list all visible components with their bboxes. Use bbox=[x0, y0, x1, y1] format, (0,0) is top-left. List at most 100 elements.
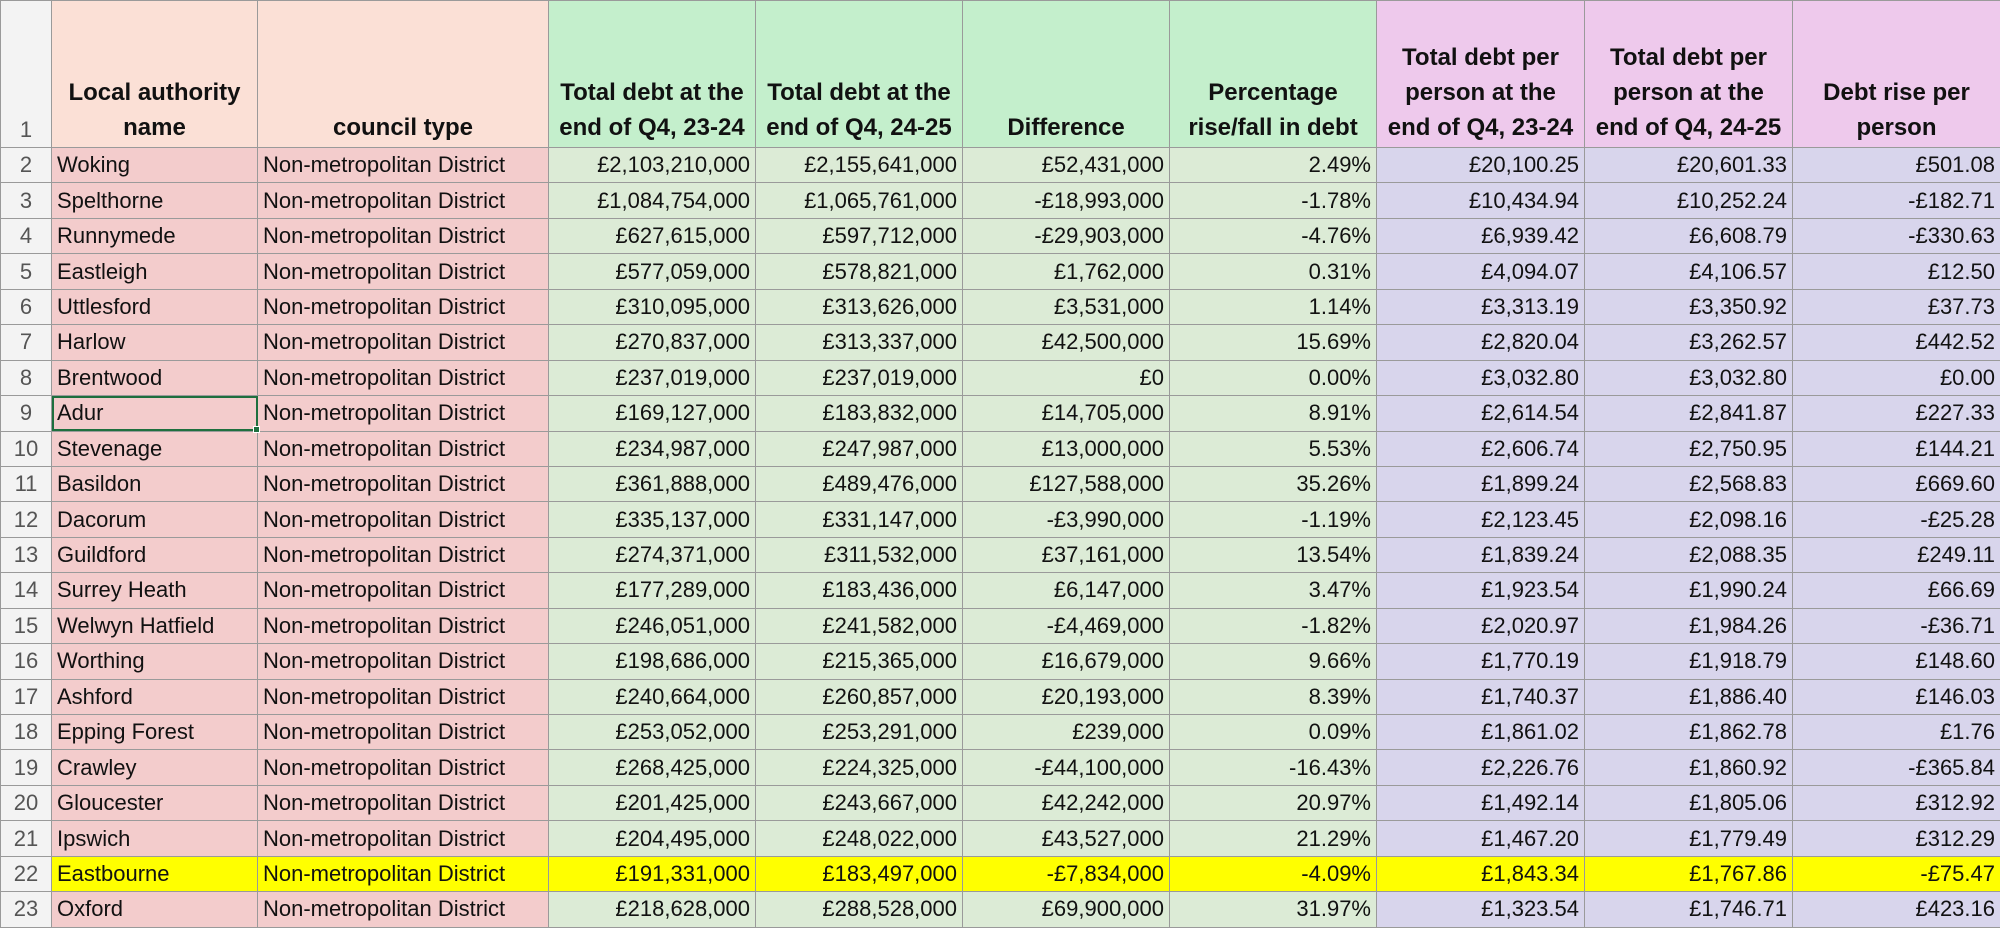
cell-local-authority-name[interactable]: Eastleigh bbox=[51, 253, 258, 290]
row-number[interactable]: 11 bbox=[0, 465, 52, 503]
cell-local-authority-name[interactable]: Brentwood bbox=[51, 359, 258, 397]
cell-council-type[interactable]: Non-metropolitan District bbox=[257, 643, 549, 680]
cell-debt-per-person-2324[interactable]: £3,313.19 bbox=[1376, 288, 1585, 326]
cell-debt-per-person-2324[interactable]: £1,861.02 bbox=[1376, 713, 1585, 751]
cell-percentage-change[interactable]: 15.69% bbox=[1169, 324, 1377, 361]
cell-local-authority-name[interactable]: Oxford bbox=[51, 891, 258, 928]
cell-debt-rise-per-person[interactable]: £423.16 bbox=[1792, 891, 2000, 928]
cell-council-type[interactable]: Non-metropolitan District bbox=[257, 465, 549, 503]
cell-total-debt-2324[interactable]: £201,425,000 bbox=[548, 784, 756, 822]
header-total-debt-2324[interactable]: Total debt at the end of Q4, 23-24 bbox=[548, 0, 756, 148]
cell-debt-per-person-2324[interactable]: £1,492.14 bbox=[1376, 784, 1585, 822]
cell-debt-rise-per-person[interactable]: £312.92 bbox=[1792, 784, 2000, 822]
cell-council-type[interactable]: Non-metropolitan District bbox=[257, 855, 549, 893]
cell-debt-per-person-2425[interactable]: £3,350.92 bbox=[1584, 288, 1793, 326]
row-number[interactable]: 14 bbox=[0, 572, 52, 609]
cell-council-type[interactable]: Non-metropolitan District bbox=[257, 501, 549, 538]
cell-total-debt-2324[interactable]: £204,495,000 bbox=[548, 820, 756, 857]
cell-total-debt-2425[interactable]: £224,325,000 bbox=[755, 749, 963, 786]
cell-debt-rise-per-person[interactable]: £312.29 bbox=[1792, 820, 2000, 857]
cell-total-debt-2425[interactable]: £489,476,000 bbox=[755, 465, 963, 503]
row-number[interactable]: 21 bbox=[0, 820, 52, 857]
cell-total-debt-2324[interactable]: £274,371,000 bbox=[548, 536, 756, 574]
cell-debt-per-person-2324[interactable]: £1,740.37 bbox=[1376, 678, 1585, 716]
cell-council-type[interactable]: Non-metropolitan District bbox=[257, 607, 549, 645]
cell-council-type[interactable]: Non-metropolitan District bbox=[257, 146, 549, 184]
cell-local-authority-name[interactable]: Woking bbox=[51, 146, 258, 184]
row-number[interactable]: 15 bbox=[0, 607, 52, 645]
row-number[interactable]: 7 bbox=[0, 324, 52, 361]
cell-local-authority-name[interactable]: Epping Forest bbox=[51, 713, 258, 751]
cell-total-debt-2324[interactable]: £1,084,754,000 bbox=[548, 182, 756, 219]
cell-council-type[interactable]: Non-metropolitan District bbox=[257, 536, 549, 574]
cell-debt-per-person-2324[interactable]: £1,467.20 bbox=[1376, 820, 1585, 857]
cell-difference[interactable]: -£7,834,000 bbox=[962, 855, 1170, 893]
cell-total-debt-2324[interactable]: £577,059,000 bbox=[548, 253, 756, 290]
cell-debt-per-person-2425[interactable]: £1,746.71 bbox=[1584, 891, 1793, 928]
row-number[interactable]: 22 bbox=[0, 855, 52, 893]
cell-debt-per-person-2425[interactable]: £20,601.33 bbox=[1584, 146, 1793, 184]
cell-percentage-change[interactable]: 1.14% bbox=[1169, 288, 1377, 326]
header-debt-per-person-2425[interactable]: Total debt per person at the end of Q4, … bbox=[1584, 0, 1793, 148]
cell-debt-per-person-2324[interactable]: £2,606.74 bbox=[1376, 430, 1585, 467]
cell-difference[interactable]: £43,527,000 bbox=[962, 820, 1170, 857]
cell-total-debt-2425[interactable]: £183,832,000 bbox=[755, 395, 963, 432]
cell-difference[interactable]: £42,242,000 bbox=[962, 784, 1170, 822]
cell-debt-per-person-2324[interactable]: £6,939.42 bbox=[1376, 217, 1585, 255]
cell-debt-rise-per-person[interactable]: £66.69 bbox=[1792, 572, 2000, 609]
cell-difference[interactable]: -£44,100,000 bbox=[962, 749, 1170, 786]
cell-total-debt-2425[interactable]: £248,022,000 bbox=[755, 820, 963, 857]
cell-debt-per-person-2425[interactable]: £1,990.24 bbox=[1584, 572, 1793, 609]
cell-council-type[interactable]: Non-metropolitan District bbox=[257, 253, 549, 290]
cell-debt-rise-per-person[interactable]: -£36.71 bbox=[1792, 607, 2000, 645]
cell-percentage-change[interactable]: 8.39% bbox=[1169, 678, 1377, 716]
cell-debt-per-person-2425[interactable]: £2,841.87 bbox=[1584, 395, 1793, 432]
row-number[interactable]: 17 bbox=[0, 678, 52, 716]
cell-council-type[interactable]: Non-metropolitan District bbox=[257, 572, 549, 609]
cell-total-debt-2425[interactable]: £243,667,000 bbox=[755, 784, 963, 822]
cell-council-type[interactable]: Non-metropolitan District bbox=[257, 749, 549, 786]
row-number[interactable]: 19 bbox=[0, 749, 52, 786]
cell-local-authority-name[interactable]: Gloucester bbox=[51, 784, 258, 822]
cell-total-debt-2425[interactable]: £313,626,000 bbox=[755, 288, 963, 326]
cell-debt-per-person-2425[interactable]: £1,886.40 bbox=[1584, 678, 1793, 716]
cell-debt-per-person-2425[interactable]: £1,805.06 bbox=[1584, 784, 1793, 822]
cell-debt-rise-per-person[interactable]: -£330.63 bbox=[1792, 217, 2000, 255]
cell-total-debt-2425[interactable]: £260,857,000 bbox=[755, 678, 963, 716]
cell-difference[interactable]: £37,161,000 bbox=[962, 536, 1170, 574]
cell-debt-rise-per-person[interactable]: £669.60 bbox=[1792, 465, 2000, 503]
cell-percentage-change[interactable]: 0.00% bbox=[1169, 359, 1377, 397]
cell-percentage-change[interactable]: 21.29% bbox=[1169, 820, 1377, 857]
cell-local-authority-name[interactable]: Worthing bbox=[51, 643, 258, 680]
cell-total-debt-2324[interactable]: £335,137,000 bbox=[548, 501, 756, 538]
cell-difference[interactable]: £239,000 bbox=[962, 713, 1170, 751]
cell-debt-per-person-2425[interactable]: £1,918.79 bbox=[1584, 643, 1793, 680]
cell-total-debt-2425[interactable]: £311,532,000 bbox=[755, 536, 963, 574]
cell-local-authority-name[interactable]: Harlow bbox=[51, 324, 258, 361]
cell-debt-rise-per-person[interactable]: £442.52 bbox=[1792, 324, 2000, 361]
cell-debt-per-person-2324[interactable]: £1,839.24 bbox=[1376, 536, 1585, 574]
cell-percentage-change[interactable]: 13.54% bbox=[1169, 536, 1377, 574]
row-number[interactable]: 8 bbox=[0, 359, 52, 397]
row-number[interactable]: 16 bbox=[0, 643, 52, 680]
cell-total-debt-2324[interactable]: £240,664,000 bbox=[548, 678, 756, 716]
cell-difference[interactable]: £20,193,000 bbox=[962, 678, 1170, 716]
cell-total-debt-2425[interactable]: £578,821,000 bbox=[755, 253, 963, 290]
row-number[interactable]: 3 bbox=[0, 182, 52, 219]
row-number[interactable]: 18 bbox=[0, 713, 52, 751]
cell-percentage-change[interactable]: 31.97% bbox=[1169, 891, 1377, 928]
cell-percentage-change[interactable]: 8.91% bbox=[1169, 395, 1377, 432]
cell-difference[interactable]: £13,000,000 bbox=[962, 430, 1170, 467]
cell-percentage-change[interactable]: -1.78% bbox=[1169, 182, 1377, 219]
cell-debt-per-person-2324[interactable]: £2,020.97 bbox=[1376, 607, 1585, 645]
cell-difference[interactable]: £52,431,000 bbox=[962, 146, 1170, 184]
cell-debt-per-person-2324[interactable]: £2,226.76 bbox=[1376, 749, 1585, 786]
cell-debt-per-person-2425[interactable]: £1,862.78 bbox=[1584, 713, 1793, 751]
cell-council-type[interactable]: Non-metropolitan District bbox=[257, 820, 549, 857]
cell-total-debt-2324[interactable]: £218,628,000 bbox=[548, 891, 756, 928]
cell-percentage-change[interactable]: 9.66% bbox=[1169, 643, 1377, 680]
cell-total-debt-2324[interactable]: £2,103,210,000 bbox=[548, 146, 756, 184]
cell-debt-per-person-2425[interactable]: £3,032.80 bbox=[1584, 359, 1793, 397]
cell-debt-per-person-2324[interactable]: £1,323.54 bbox=[1376, 891, 1585, 928]
cell-debt-rise-per-person[interactable]: £12.50 bbox=[1792, 253, 2000, 290]
